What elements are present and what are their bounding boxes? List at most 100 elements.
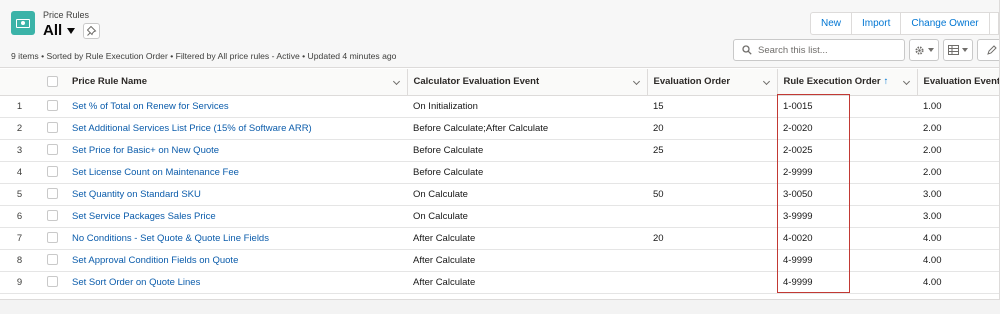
chevron-down-icon[interactable] xyxy=(392,77,400,86)
eval-order-cell xyxy=(647,271,777,294)
row-number: 4 xyxy=(0,161,39,184)
row-number: 8 xyxy=(0,249,39,272)
price-rule-link[interactable]: Set Approval Condition Fields on Quote xyxy=(72,255,238,266)
price-rule-name-cell: Set Price for Basic+ on New Quote xyxy=(66,139,407,162)
eval-order-cell: 25 xyxy=(647,139,777,162)
rule-exec-order-cell: 2-0025 xyxy=(777,139,917,162)
sort-ascending-icon: ↑ xyxy=(883,76,889,88)
row-checkbox[interactable] xyxy=(39,117,66,140)
table-row: 2 Set Additional Services List Price (15%… xyxy=(0,117,999,140)
checkbox[interactable] xyxy=(47,122,58,134)
calc-event-cell: Before Calculate;After Calculate xyxy=(407,117,647,140)
price-rule-link[interactable]: Set Price for Basic+ on New Quote xyxy=(72,145,219,156)
list-settings-button[interactable] xyxy=(909,39,939,61)
checkbox[interactable] xyxy=(47,232,58,244)
calc-event-cell: Before Calculate xyxy=(407,161,647,184)
eval-event-cell: 2.00 xyxy=(917,161,999,184)
column-label: Rule Execution Order xyxy=(783,76,881,88)
rule-exec-order-cell: 4-0020 xyxy=(777,227,917,250)
chevron-down-icon xyxy=(928,48,934,52)
checkbox[interactable] xyxy=(47,276,58,288)
column-header-rule-exec-order[interactable]: Rule Execution Order ↑ xyxy=(776,69,917,96)
column-header-name[interactable]: Price Rule Name xyxy=(66,69,407,96)
new-button[interactable]: New xyxy=(810,12,853,35)
chevron-down-icon[interactable] xyxy=(762,77,770,86)
price-rule-link[interactable]: Set Additional Services List Price (15% … xyxy=(72,123,312,134)
row-number: 2 xyxy=(0,117,39,140)
row-checkbox[interactable] xyxy=(39,271,66,294)
checkbox[interactable] xyxy=(47,254,58,266)
edit-icon xyxy=(987,45,997,55)
list-view-name: All xyxy=(43,22,63,39)
price-rule-link[interactable]: Set License Count on Maintenance Fee xyxy=(72,167,239,178)
calc-event-cell: After Calculate xyxy=(407,249,647,272)
table-row: 7 No Conditions - Set Quote & Quote Line … xyxy=(0,227,999,250)
price-rule-name-cell: Set Sort Order on Quote Lines xyxy=(66,271,407,294)
more-actions-button[interactable] xyxy=(988,12,999,35)
row-number: 6 xyxy=(0,205,39,228)
column-header-eval-event[interactable]: Evaluation Event xyxy=(916,69,1000,96)
table-icon xyxy=(948,45,959,55)
display-as-button[interactable] xyxy=(943,39,973,61)
calc-event-cell: Before Calculate xyxy=(407,139,647,162)
checkbox[interactable] xyxy=(47,210,58,222)
pin-icon xyxy=(86,26,96,36)
column-label: Evaluation Order xyxy=(653,76,731,88)
pin-list-view-button[interactable] xyxy=(83,23,100,39)
chevron-down-icon xyxy=(962,48,968,52)
row-checkbox[interactable] xyxy=(39,161,66,184)
price-rule-name-cell: Set % of Total on Renew for Services xyxy=(66,95,407,118)
row-checkbox[interactable] xyxy=(39,183,66,206)
search-icon xyxy=(742,45,752,55)
chevron-down-icon[interactable] xyxy=(902,77,910,86)
list-view-switcher[interactable]: All xyxy=(43,22,76,39)
import-button[interactable]: Import xyxy=(851,12,902,35)
table-row: 5 Set Quantity on Standard SKU On Calculat… xyxy=(0,183,999,206)
row-checkbox[interactable] xyxy=(39,95,66,118)
table-row: 9 Set Sort Order on Quote Lines After Calc… xyxy=(0,271,999,294)
column-label: Calculator Evaluation Event xyxy=(413,76,540,88)
eval-event-cell: 2.00 xyxy=(917,139,999,162)
calc-event-cell: After Calculate xyxy=(407,227,647,250)
column-label: Evaluation Event xyxy=(923,76,1000,88)
eval-order-cell: 15 xyxy=(647,95,777,118)
calc-event-cell: On Calculate xyxy=(407,205,647,228)
price-rule-link[interactable]: Set Quantity on Standard SKU xyxy=(72,189,201,200)
price-rule-name-cell: Set Quantity on Standard SKU xyxy=(66,183,407,206)
row-number: 7 xyxy=(0,227,39,250)
column-label: Price Rule Name xyxy=(72,76,147,88)
checkbox[interactable] xyxy=(47,188,58,200)
checkbox[interactable] xyxy=(47,166,58,178)
row-checkbox[interactable] xyxy=(39,249,66,272)
search-input[interactable] xyxy=(758,44,888,56)
price-rule-link[interactable]: No Conditions - Set Quote & Quote Line F… xyxy=(72,233,269,244)
search-list-field[interactable] xyxy=(733,39,905,61)
table-row: 4 Set License Count on Maintenance Fee Bef… xyxy=(0,161,999,184)
checkbox[interactable] xyxy=(47,100,58,112)
price-rule-name-cell: Set Additional Services List Price (15% … xyxy=(66,117,407,140)
table-header-row: Price Rule Name Calculator Evaluation Ev… xyxy=(0,69,1000,96)
eval-order-cell xyxy=(647,205,777,228)
column-header-calc-event[interactable]: Calculator Evaluation Event xyxy=(406,69,647,96)
column-header-eval-order[interactable]: Evaluation Order xyxy=(646,69,777,96)
change-owner-button[interactable]: Change Owner xyxy=(900,12,990,35)
rule-exec-order-cell: 4-9999 xyxy=(777,249,917,272)
row-checkbox[interactable] xyxy=(39,205,66,228)
row-number: 9 xyxy=(0,271,39,294)
chevron-down-icon[interactable] xyxy=(632,77,640,86)
refresh-button[interactable] xyxy=(977,39,999,61)
checkbox[interactable] xyxy=(47,76,58,88)
list-view-metadata: 9 items • Sorted by Rule Execution Order… xyxy=(11,51,397,61)
price-rule-link[interactable]: Set % of Total on Renew for Services xyxy=(72,101,229,112)
price-rule-link[interactable]: Set Service Packages Sales Price xyxy=(72,211,216,222)
select-all-checkbox[interactable] xyxy=(39,69,66,96)
eval-order-cell xyxy=(647,161,777,184)
rule-exec-order-cell: 2-9999 xyxy=(777,161,917,184)
row-checkbox[interactable] xyxy=(39,139,66,162)
row-checkbox[interactable] xyxy=(39,227,66,250)
price-rule-link[interactable]: Set Sort Order on Quote Lines xyxy=(72,277,200,288)
eval-order-cell: 50 xyxy=(647,183,777,206)
table-row: 8 Set Approval Condition Fields on Quote A… xyxy=(0,249,999,272)
checkbox[interactable] xyxy=(47,144,58,156)
eval-event-cell: 4.00 xyxy=(917,249,999,272)
